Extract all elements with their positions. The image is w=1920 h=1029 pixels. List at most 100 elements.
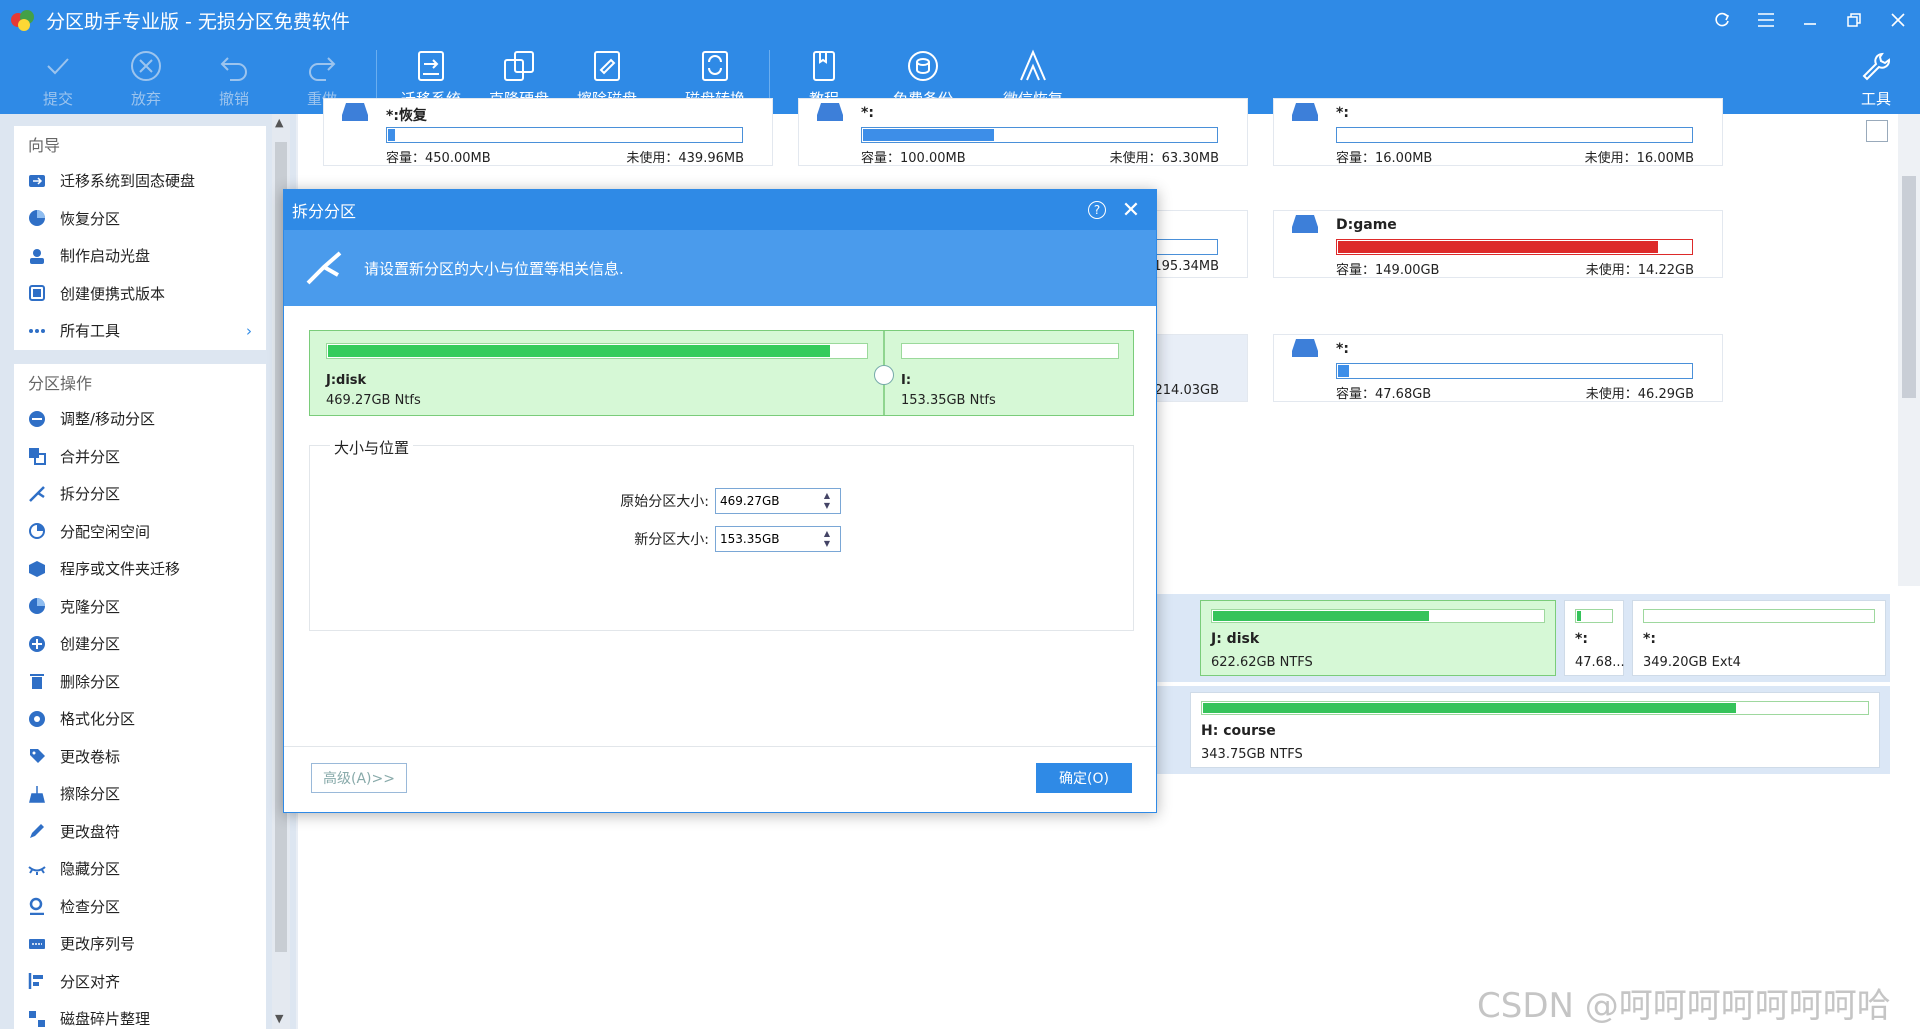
recover-icon [1020, 49, 1046, 81]
close-icon [1891, 13, 1905, 27]
sidebar-item-wipe[interactable]: 擦除分区 [14, 775, 266, 813]
redo-icon [309, 57, 336, 81]
sidebar-item-check[interactable]: 检查分区 [14, 888, 266, 926]
disk-segment[interactable]: *: 47.68... [1564, 600, 1625, 676]
tag-icon [28, 747, 46, 765]
wipe-disk-icon [594, 51, 620, 81]
partition-card[interactable]: *: 容量：100.00MB 未使用：63.30MB [798, 98, 1248, 166]
dialog-title-bar: 拆分分区 ? ✕ [284, 190, 1156, 230]
portable-icon [28, 284, 46, 302]
restore-button[interactable] [1832, 0, 1876, 40]
convert-icon [702, 51, 728, 81]
disk-segment-h[interactable]: H: course 343.75GB NTFS [1190, 692, 1880, 768]
sidebar-item-resize[interactable]: 调整/移动分区 [14, 400, 266, 438]
usage-fill [1577, 611, 1581, 621]
partition-card[interactable]: *:恢复 容量：450.00MB 未使用：439.96MB [323, 98, 773, 166]
toolbar-separator [376, 50, 377, 102]
sidebar-item-migrate-ssd[interactable]: 迁移系统到固态硬盘 [14, 162, 266, 200]
close-button[interactable] [1876, 0, 1920, 40]
broom-icon [28, 785, 46, 803]
sidebar-item-split[interactable]: 拆分分区 [14, 475, 266, 513]
usage-fill [863, 129, 995, 141]
disk-segment-j[interactable]: J: disk 622.62GB NTFS [1200, 600, 1556, 676]
disk-icon [1292, 215, 1318, 233]
orig-size-spinner[interactable]: ▲▼ [715, 488, 841, 514]
sidebar-item-recover-partition[interactable]: 恢复分区 [14, 200, 266, 238]
sidebar-item-align[interactable]: 分区对齐 [14, 963, 266, 1001]
orig-size-input[interactable] [716, 490, 816, 512]
spinner-arrows-icon[interactable]: ▲ ▼ [816, 529, 838, 549]
usage-bar [901, 343, 1119, 359]
left-panel: 向导 迁移系统到固态硬盘 恢复分区 制作启动光盘 创建便携式版本 所有工具 › 分… [0, 114, 296, 1029]
sidebar-item-clone-partition[interactable]: 克隆分区 [14, 588, 266, 626]
usage-fill [388, 129, 396, 141]
sidebar-item-app-mover[interactable]: 程序或文件夹迁移 [14, 550, 266, 588]
ops-title: 分区操作 [28, 374, 93, 393]
split-right-partition[interactable]: I: 153.35GB Ntfs [887, 331, 1133, 415]
disk-icon [1292, 339, 1318, 357]
clone-pie-icon [28, 597, 46, 615]
sidebar-item-merge[interactable]: 合并分区 [14, 438, 266, 476]
group-title: 大小与位置 [330, 437, 414, 458]
sidebar-item-hide[interactable]: 隐藏分区 [14, 850, 266, 888]
guide-title: 向导 [28, 136, 61, 155]
ops-section: 分区操作 调整/移动分区 合并分区 拆分分区 分配空闲空间 程序或文件夹迁移 克… [14, 364, 266, 1029]
undo-button[interactable]: 撤销 [190, 40, 278, 114]
book-icon [813, 51, 835, 81]
split-icon [284, 251, 364, 285]
discard-button[interactable]: 放弃 [102, 40, 190, 114]
sidebar-item-allocate[interactable]: 分配空闲空间 [14, 513, 266, 551]
sidebar-item-delete[interactable]: 删除分区 [14, 663, 266, 701]
user-disc-icon [28, 247, 46, 265]
pie-icon [28, 209, 46, 227]
usage-bar [1336, 239, 1693, 255]
undo-icon [220, 57, 247, 81]
submit-button[interactable]: 提交 [14, 40, 102, 114]
ok-button[interactable]: 确定(O) [1036, 763, 1132, 793]
partition-card-d-game[interactable]: D:game 容量：149.00GB 未使用：14.22GB [1273, 210, 1723, 278]
usage-bar [386, 127, 743, 143]
usage-bar [1336, 363, 1693, 379]
view-toggle-icon[interactable] [1866, 120, 1888, 142]
sidebar-item-format[interactable]: 格式化分区 [14, 700, 266, 738]
menu-button[interactable] [1744, 0, 1788, 40]
sidebar-item-all-tools[interactable]: 所有工具 › [14, 312, 266, 350]
disk-segment[interactable]: *: 349.20GB Ext4 [1632, 600, 1886, 676]
main-scroll-thumb[interactable] [1902, 176, 1916, 398]
sidebar-item-portable[interactable]: 创建便携式版本 [14, 275, 266, 313]
title-bar: 分区助手专业版 - 无损分区免费软件 [0, 0, 1920, 40]
spinner-arrows-icon[interactable]: ▲ ▼ [816, 491, 838, 511]
migrate-icon [418, 51, 444, 81]
sidebar-item-defrag[interactable]: 磁盘碎片整理 [14, 1000, 266, 1029]
dialog-close-icon[interactable]: ✕ [1106, 198, 1156, 223]
partition-card[interactable]: *: 容量：16.00MB 未使用：16.00MB [1273, 98, 1723, 166]
split-preview: J:disk 469.27GB Ntfs I: 153.35GB Ntfs [309, 330, 1134, 416]
advanced-button[interactable]: 高级(A)>> [311, 763, 407, 793]
sidebar-item-drive-letter[interactable]: 更改盘符 [14, 813, 266, 851]
sidebar-item-create[interactable]: 创建分区 [14, 625, 266, 663]
box-icon [28, 560, 46, 578]
scroll-down-icon: ▼ [275, 1012, 284, 1025]
new-size-input[interactable] [716, 528, 816, 550]
split-handle[interactable] [874, 365, 894, 385]
create-icon [28, 635, 46, 653]
help-icon[interactable]: ? [1088, 201, 1106, 219]
toolbar-separator [769, 50, 770, 102]
refresh-icon [1715, 12, 1730, 27]
sidebar-item-boot-disc[interactable]: 制作启动光盘 [14, 237, 266, 275]
split-left-partition[interactable]: J:disk 469.27GB Ntfs [310, 331, 885, 415]
main-scrollbar[interactable] [1898, 114, 1920, 586]
tools-button[interactable]: 工具 [1832, 40, 1920, 114]
refresh-button[interactable] [1700, 0, 1744, 40]
app-logo [10, 7, 36, 33]
sidebar-item-serial[interactable]: 更改序列号 [14, 925, 266, 963]
watermark: CSDN @呵呵呵呵呵呵呵哈 [1477, 986, 1891, 1026]
partition-card[interactable]: *: 容量：47.68GB 未使用：46.29GB [1273, 334, 1723, 402]
wrench-icon [1862, 52, 1891, 81]
usage-bar [1336, 127, 1693, 143]
minimize-button[interactable] [1788, 0, 1832, 40]
guide-section: 向导 迁移系统到固态硬盘 恢复分区 制作启动光盘 创建便携式版本 所有工具 › [14, 126, 266, 350]
sidebar-item-label[interactable]: 更改卷标 [14, 738, 266, 776]
disk-icon [1292, 103, 1318, 121]
new-size-spinner[interactable]: ▲▼ [715, 526, 841, 552]
